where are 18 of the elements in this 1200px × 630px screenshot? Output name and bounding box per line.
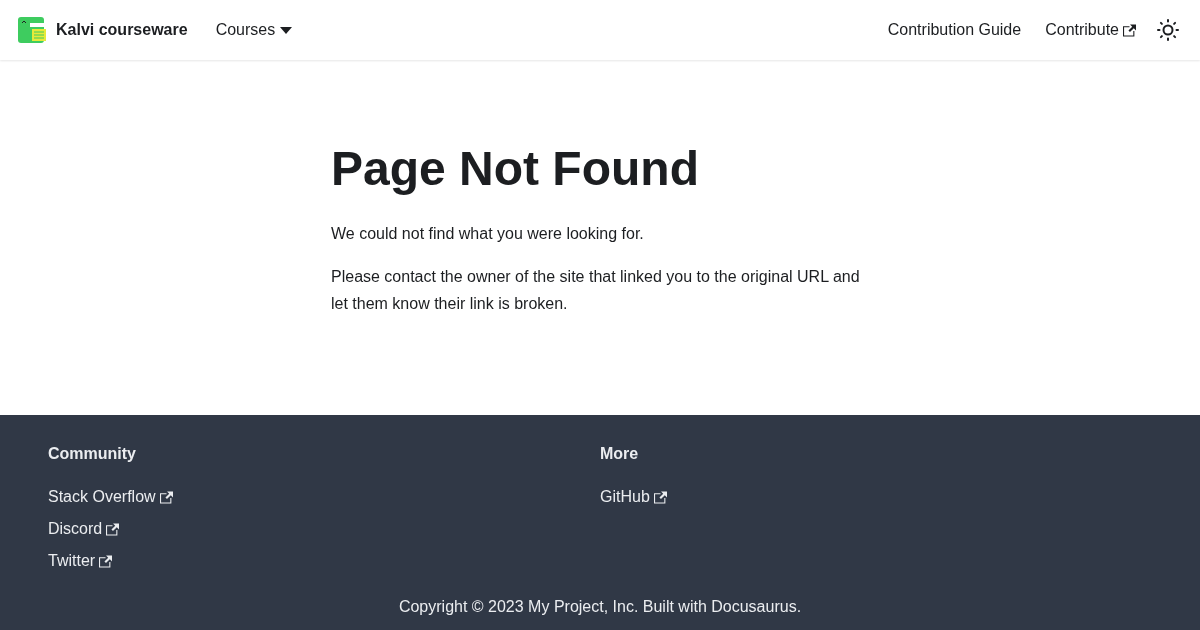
message-paragraph: We could not find what you were looking for. [331, 223, 645, 244]
footer-column-title: More [600, 445, 639, 463]
copyright-text: Copyright © 2023 My Project, Inc. Built with Docusaurus. [398, 598, 802, 615]
dinosaur-logo-icon [16, 15, 48, 45]
nav-link[interactable]: Contribute [1033, 17, 1148, 43]
caret-icon [280, 26, 293, 34]
footer-column-title: Community [48, 445, 136, 463]
site-title: Kalvi courseware [56, 21, 188, 39]
footer-link[interactable]: Discord [48, 513, 120, 545]
footer-link[interactable]: Twitter [48, 545, 113, 577]
page-heading: Page Not Found [331, 141, 700, 197]
footer-link[interactable]: Stack Overflow [48, 481, 173, 513]
site-logo-link[interactable]: Kalvi courseware [16, 15, 188, 45]
sun-icon [1156, 18, 1180, 42]
nav-link[interactable]: Contribution Guide [875, 17, 1034, 43]
footer-link[interactable]: GitHub [600, 481, 667, 513]
courses-dropdown[interactable]: Courses [203, 17, 305, 43]
message-paragraph: Please contact the owner of the site that linked you to the original URL and let them know their link is broken. [331, 266, 861, 314]
